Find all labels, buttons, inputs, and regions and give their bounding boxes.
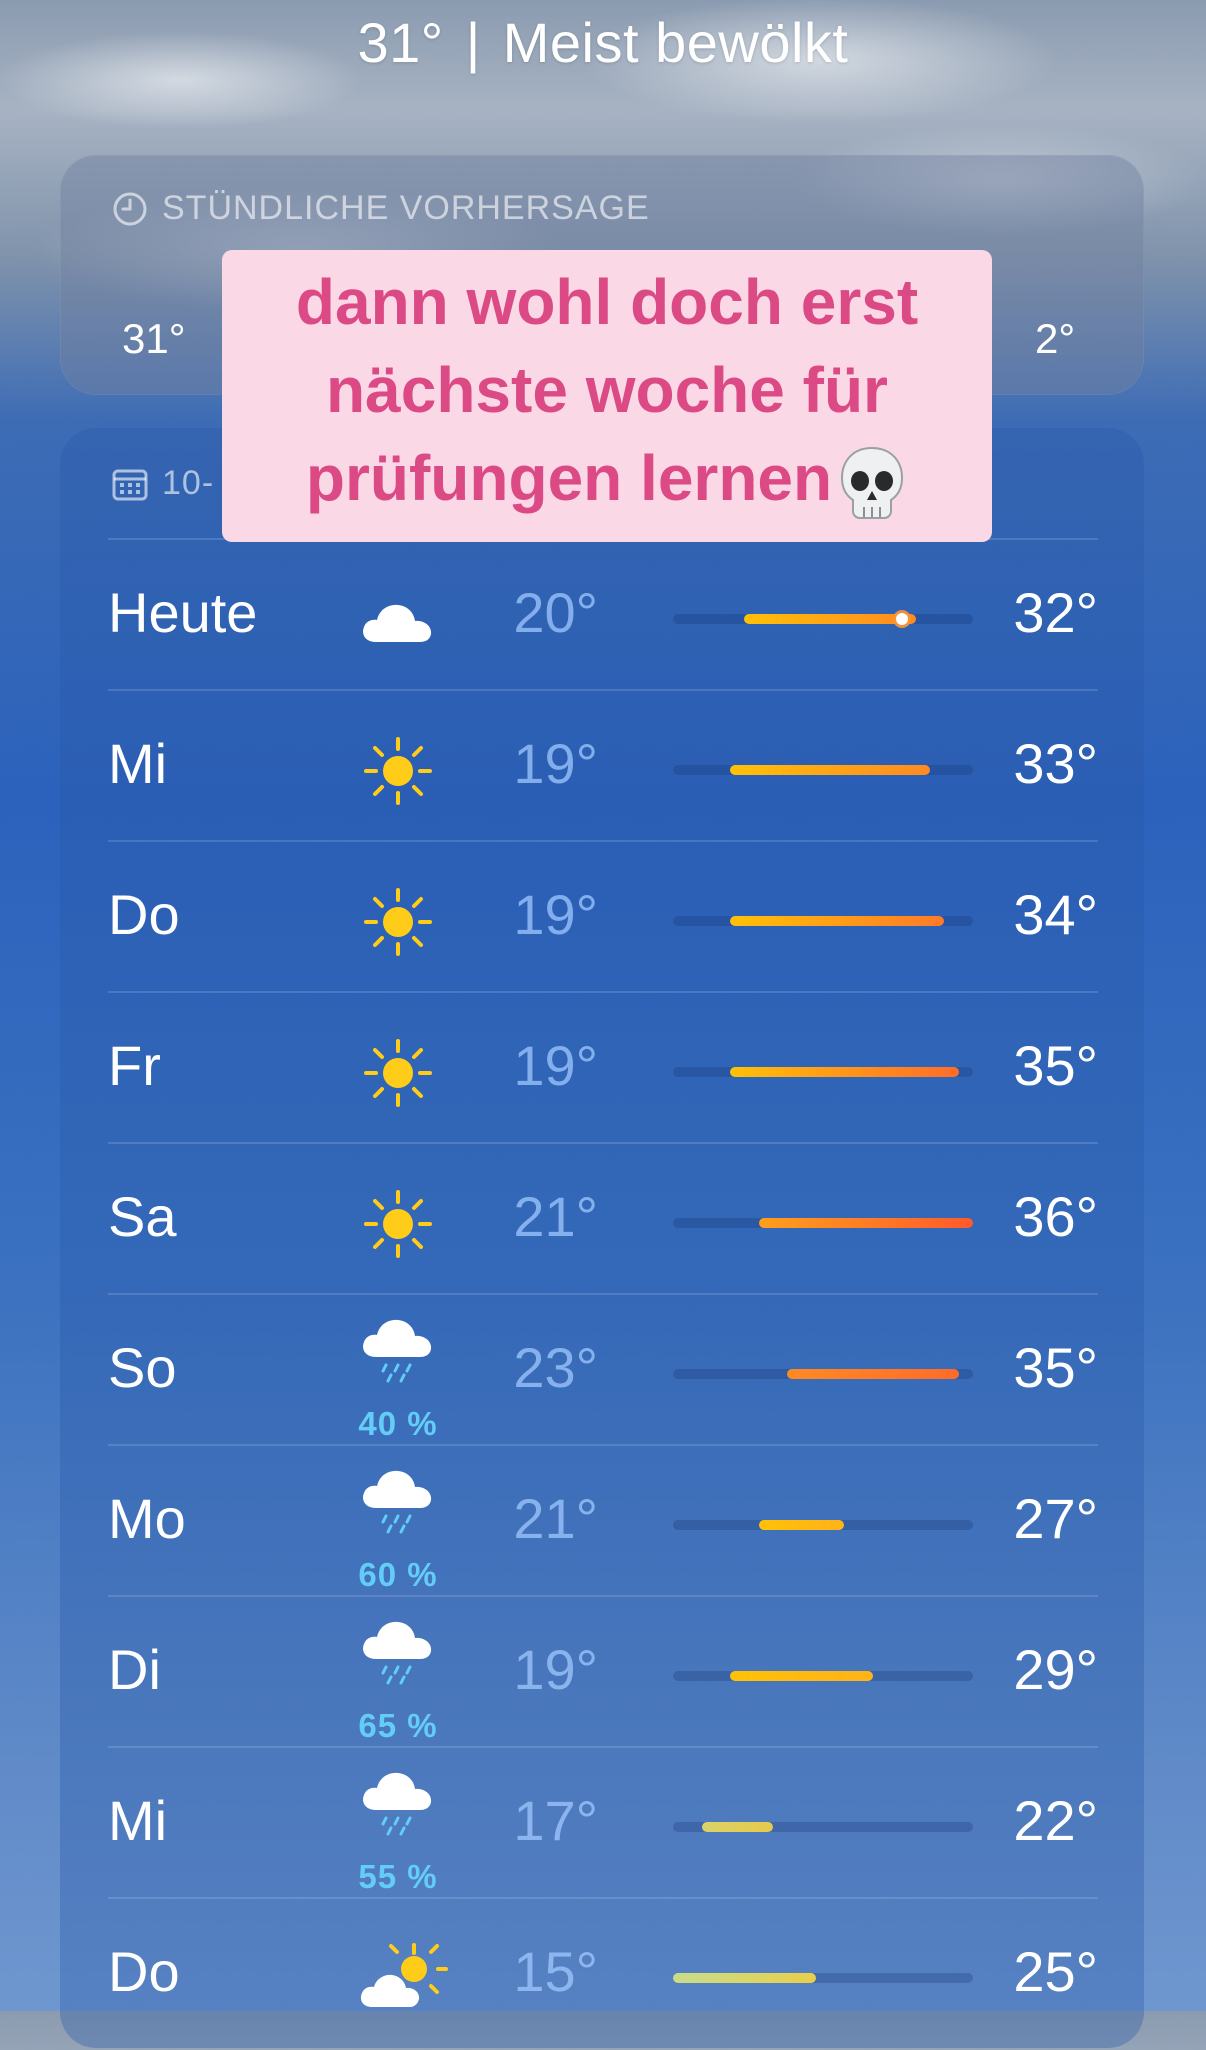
day-row[interactable]: Fr 19° 35° — [108, 991, 1098, 1144]
partly-sunny-icon — [358, 1939, 448, 2007]
day-label: Fr — [108, 1034, 161, 1097]
day-row[interactable]: Mi 55 % 17° 22° — [108, 1746, 1098, 1899]
day-row[interactable]: Heute 20° 32° — [108, 538, 1098, 691]
day-label: Sa — [108, 1185, 177, 1248]
caption-overlay: dann wohl doch erst nächste woche für pr… — [222, 250, 992, 542]
daily-header: 10- — [112, 464, 214, 503]
hourly-temp-first: 31° — [122, 315, 186, 362]
day-row[interactable]: Do 19° 34° — [108, 840, 1098, 993]
daily-forecast-card[interactable]: 10- Heute 20° 32° Mi 19° 33° Do 19° 34° Fr 19° 3… — [60, 428, 1144, 2048]
temp-range-track — [673, 1067, 973, 1077]
current-temp: 31° — [357, 11, 444, 74]
day-label: Do — [108, 1940, 180, 2003]
clock-icon — [113, 192, 147, 225]
temp-range-bar — [730, 1067, 959, 1077]
temp-range-track — [673, 1218, 973, 1228]
sun-icon — [358, 882, 438, 956]
day-label: Mo — [108, 1487, 186, 1550]
low-temp: 19° — [513, 1638, 598, 1701]
low-temp: 21° — [513, 1185, 598, 1248]
current-condition: Meist bewölkt — [502, 11, 849, 74]
temp-range-bar — [744, 614, 916, 624]
high-temp: 35° — [1013, 1034, 1098, 1097]
temp-range-track — [673, 765, 973, 775]
low-temp: 20° — [513, 581, 598, 644]
high-temp: 29° — [1013, 1638, 1098, 1701]
rain-icon — [358, 1313, 438, 1383]
sun-icon — [358, 731, 438, 805]
rain-icon — [358, 1464, 438, 1534]
high-temp: 27° — [1013, 1487, 1098, 1550]
low-temp: 23° — [513, 1336, 598, 1399]
skull-icon — [841, 447, 904, 520]
high-temp: 32° — [1013, 581, 1098, 644]
hourly-header: STÜNDLICHE VORHERSAGE — [112, 189, 650, 228]
high-temp: 36° — [1013, 1185, 1098, 1248]
caption-line-1: dann wohl doch erst — [295, 266, 919, 338]
hourly-title: STÜNDLICHE VORHERSAGE — [162, 189, 650, 227]
temp-range-track — [673, 916, 973, 926]
caption-line-3-wrap: prüfungen lernen — [222, 434, 992, 522]
cloud-icon — [358, 590, 438, 650]
current-conditions: 31° | Meist bewölkt — [0, 10, 1206, 75]
separator: | — [465, 11, 481, 74]
rain-icon — [358, 1615, 438, 1685]
low-temp: 19° — [513, 1034, 598, 1097]
day-label: Do — [108, 883, 180, 946]
high-temp: 35° — [1013, 1336, 1098, 1399]
sun-icon — [358, 1184, 438, 1258]
day-row[interactable]: Sa 21° 36° — [108, 1142, 1098, 1295]
temp-range-track — [673, 1671, 973, 1681]
low-temp: 17° — [513, 1789, 598, 1852]
hourly-temp-last: 2° — [1035, 315, 1076, 362]
day-label: Mi — [108, 732, 168, 795]
precipitation-chance: 65 % — [358, 1707, 438, 1744]
temp-range-track — [673, 1973, 973, 1983]
temp-range-bar — [701, 1822, 773, 1832]
caption-line-2: nächste woche für — [326, 354, 888, 426]
temp-range-bar — [758, 1218, 973, 1228]
temp-range-bar — [673, 1973, 816, 1983]
day-row[interactable]: Mi 19° 33° — [108, 689, 1098, 842]
precipitation-chance: 40 % — [358, 1405, 438, 1442]
temp-range-track — [673, 613, 973, 625]
precipitation-chance: 60 % — [358, 1556, 438, 1593]
high-temp: 25° — [1013, 1940, 1098, 2003]
temp-range-bar — [730, 916, 945, 926]
high-temp: 33° — [1013, 732, 1098, 795]
day-row[interactable]: Di 65 % 19° 29° — [108, 1595, 1098, 1748]
day-row[interactable]: Mo 60 % 21° 27° — [108, 1444, 1098, 1597]
day-label: So — [108, 1336, 177, 1399]
low-temp: 21° — [513, 1487, 598, 1550]
temp-range-bar — [730, 1671, 873, 1681]
temp-range-track — [673, 1822, 973, 1832]
current-temp-dot — [895, 613, 908, 625]
calendar-icon — [112, 469, 148, 500]
low-temp: 19° — [513, 732, 598, 795]
rain-icon — [358, 1766, 438, 1836]
day-row[interactable]: So 40 % 23° 35° — [108, 1293, 1098, 1446]
caption-line-3: prüfungen lernen — [305, 442, 833, 514]
temp-range-bar — [787, 1369, 959, 1379]
low-temp: 19° — [513, 883, 598, 946]
temp-range-bar — [730, 765, 931, 775]
low-temp: 15° — [513, 1940, 598, 2003]
sun-icon — [358, 1033, 438, 1107]
high-temp: 22° — [1013, 1789, 1098, 1852]
day-label: Mi — [108, 1789, 168, 1852]
high-temp: 34° — [1013, 883, 1098, 946]
temp-range-bar — [758, 1520, 845, 1530]
precipitation-chance: 55 % — [358, 1858, 438, 1895]
daily-title: 10- — [162, 464, 215, 502]
temp-range-track — [673, 1369, 973, 1379]
day-label: Di — [108, 1638, 161, 1701]
day-label: Heute — [108, 581, 258, 644]
temp-range-track — [673, 1520, 973, 1530]
day-row[interactable]: Do 15° 25° — [108, 1897, 1098, 2050]
